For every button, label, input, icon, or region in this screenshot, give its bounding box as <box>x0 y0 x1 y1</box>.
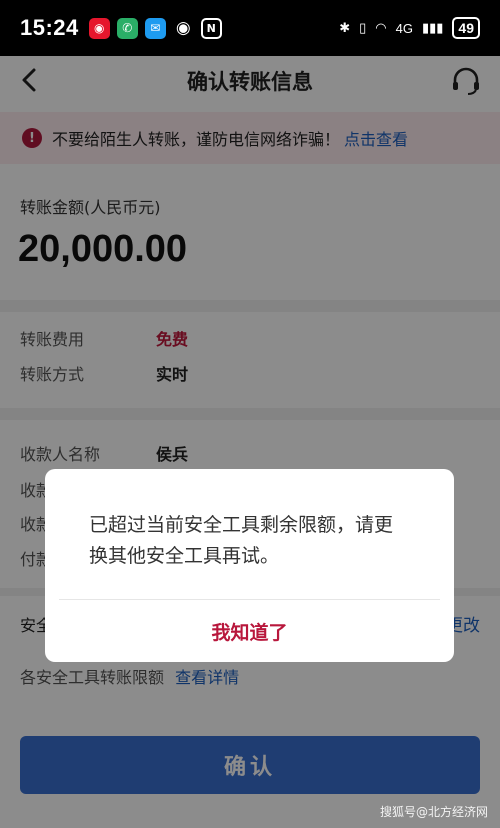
notification-icons: ◉ ✆ ✉ ◉ N <box>88 17 222 39</box>
system-icons: ✱ ▯ ◠ 4G ▮▮▮ 49 <box>339 17 480 39</box>
wifi-icon: ◠ <box>375 20 387 35</box>
network-label: 4G <box>395 20 413 36</box>
eye-icon: ◉ <box>175 18 191 38</box>
dialog-message: 已超过当前安全工具剩余限额，请更换其他安全工具再试。 <box>89 514 394 567</box>
chat-icon: ✉ <box>144 17 166 39</box>
limit-exceeded-dialog: 已超过当前安全工具剩余限额，请更换其他安全工具再试。 我知道了 <box>45 469 454 662</box>
battery-indicator: 49 <box>452 17 480 39</box>
dialog-ok-button[interactable]: 我知道了 <box>45 600 454 662</box>
wechat-icon: ✆ <box>116 17 138 39</box>
nfc-icon: N <box>200 17 222 39</box>
modal-overlay <box>0 56 500 828</box>
weibo-icon: ◉ <box>88 17 110 39</box>
bluetooth-icon: ✱ <box>339 20 351 35</box>
status-time: 15:24 <box>20 15 79 40</box>
watermark: 搜狐号@北方经济网 <box>379 805 488 819</box>
signal-icon: ▮▮▮ <box>421 20 444 35</box>
vibrate-icon: ▯ <box>359 20 367 35</box>
status-bar: 15:24 ◉ ✆ ✉ ◉ N ✱ ▯ ◠ 4G ▮▮▮ 49 <box>0 0 500 56</box>
